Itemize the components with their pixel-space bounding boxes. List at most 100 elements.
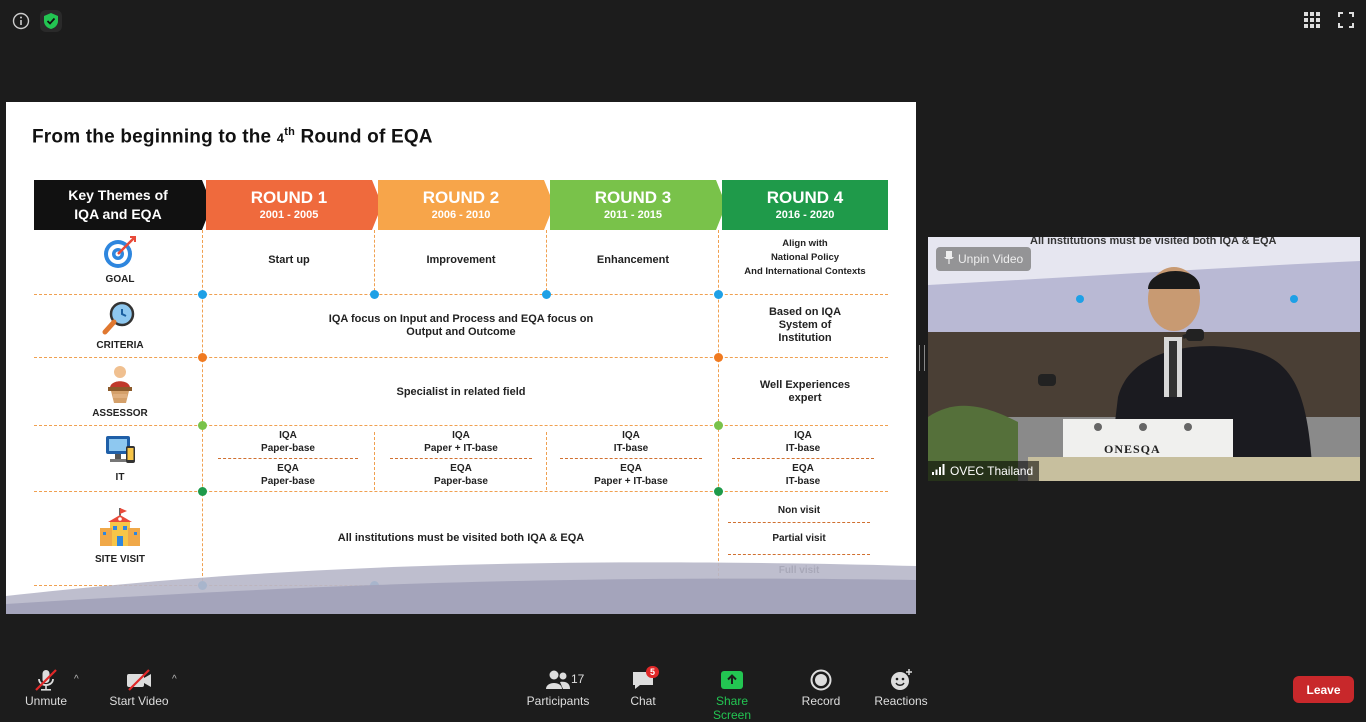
record-label: Record <box>801 694 841 708</box>
slide-title: From the beginning to the 4th Round of E… <box>32 126 433 148</box>
it-round2-iqa: IQA Paper + IT-base <box>390 429 532 455</box>
grid-dot <box>198 353 207 362</box>
chat-unread-badge: 5 <box>646 666 660 678</box>
criteria-round4-line3: Institution <box>778 331 832 344</box>
criteria-line1: IQA focus on Input and Process and EQA f… <box>328 313 594 325</box>
goal-round4: Align with National Policy And Internati… <box>720 236 890 280</box>
meeting-toolbar: Unmute ^ Start Video ^ Participants 17 C… <box>0 660 1366 722</box>
grid-dot <box>714 290 723 299</box>
grid-dot <box>370 290 379 299</box>
it-sub-divider <box>560 458 702 459</box>
video-options-chevron-icon[interactable]: ^ <box>172 674 177 685</box>
unpin-video-button[interactable]: Unpin Video <box>936 247 1032 271</box>
it-r1-eqa-value: Paper-base <box>261 476 315 487</box>
grid-dot <box>542 290 551 299</box>
camera-off-icon <box>106 666 172 694</box>
goal-round4-line3: And International Contexts <box>744 266 866 277</box>
goal-label: GOAL <box>105 274 135 285</box>
chat-label: Chat <box>630 694 656 708</box>
participant-name: OVEC Thailand <box>950 464 1034 478</box>
reactions-label: Reactions <box>874 694 928 708</box>
slide-title-sup: th <box>284 126 296 138</box>
security-shield-icon[interactable] <box>40 10 62 32</box>
criteria-line2: Output and Outcome <box>406 326 516 338</box>
it-sub-divider <box>218 458 358 459</box>
criteria-round4-line1: Based on IQA <box>768 305 842 318</box>
key-themes-header: Key Themes of IQA and EQA <box>34 180 212 230</box>
share-screen-button[interactable]: Share Screen <box>696 666 768 722</box>
site-sub-divider <box>728 522 870 523</box>
row-label-it: IT <box>34 432 206 483</box>
unmute-button[interactable]: Unmute <box>22 666 70 708</box>
shared-screen-slide: From the beginning to the 4th Round of E… <box>6 102 916 614</box>
row-label-criteria: CRITERIA <box>34 300 206 351</box>
video-banner-text: All institutions must be visited both IQ… <box>1030 237 1277 247</box>
participant-video-tile[interactable]: All institutions must be visited both IQ… <box>928 237 1360 481</box>
round2-years: 2006 - 2010 <box>431 209 491 221</box>
it-r4-iqa-title: IQA <box>794 430 812 441</box>
it-r2-eqa-value: Paper-base <box>434 476 488 487</box>
round4-years: 2016 - 2020 <box>775 209 835 221</box>
col-divider <box>374 230 375 296</box>
row-divider <box>34 357 888 358</box>
it-round1-eqa: EQA Paper-base <box>218 462 358 488</box>
share-screen-icon <box>696 666 768 694</box>
grid-dot <box>198 421 207 430</box>
it-r2-iqa-value: Paper + IT-base <box>424 443 498 454</box>
assessor-rounds1-3: Specialist in related field <box>396 385 526 398</box>
slide-wave-decoration <box>6 562 916 614</box>
start-video-button[interactable]: Start Video <box>106 666 172 708</box>
mic-muted-icon <box>22 666 70 694</box>
criteria-round4-line2: System of <box>778 318 832 331</box>
it-r1-eqa-title: EQA <box>277 463 299 474</box>
it-r4-iqa-value: IT-base <box>785 443 821 454</box>
it-round3-eqa: EQA Paper + IT-base <box>560 462 702 488</box>
col-divider <box>718 230 719 586</box>
gallery-view-icon[interactable] <box>1304 12 1320 33</box>
assessor-label: ASSESSOR <box>92 408 148 419</box>
goal-round3: Enhancement <box>596 253 670 266</box>
it-r4-eqa-title: EQA <box>792 463 814 474</box>
it-r2-iqa-title: IQA <box>452 430 470 441</box>
row-label-assessor: ASSESSOR <box>34 364 206 419</box>
it-r3-eqa-value: Paper + IT-base <box>594 476 668 487</box>
unmute-label: Unmute <box>24 694 68 708</box>
panel-splitter-handle[interactable] <box>919 345 925 371</box>
key-header-line1: Key Themes of <box>68 187 168 203</box>
record-button[interactable]: Record <box>800 666 842 708</box>
it-r4-eqa-value: IT-base <box>785 476 821 487</box>
key-header-line2: IQA and EQA <box>74 206 162 222</box>
leave-button[interactable]: Leave <box>1293 676 1354 703</box>
it-r2-eqa-title: EQA <box>450 463 472 474</box>
col-divider <box>374 432 375 490</box>
slide-title-pre: From the beginning to the <box>32 126 277 148</box>
nameplate-text: ONESQA <box>1104 442 1161 456</box>
row-divider <box>34 425 888 426</box>
reactions-button[interactable]: Reactions <box>874 666 928 708</box>
it-r3-eqa-title: EQA <box>620 463 642 474</box>
slide-title-post: Round of EQA <box>295 126 433 148</box>
it-label: IT <box>115 472 125 483</box>
share-screen-label: Share Screen <box>712 694 752 722</box>
magnifier-icon <box>102 300 138 336</box>
row-divider <box>34 294 888 295</box>
fullscreen-icon[interactable] <box>1338 12 1354 33</box>
goal-round4-line1: Align with <box>782 238 828 249</box>
round1-label: ROUND 1 <box>250 188 328 207</box>
it-round3-iqa: IQA IT-base <box>560 429 702 455</box>
grid-dot <box>198 487 207 496</box>
meeting-info-icon[interactable] <box>10 10 32 32</box>
audio-options-chevron-icon[interactable]: ^ <box>74 674 79 685</box>
criteria-rounds1-3: IQA focus on Input and Process and EQA f… <box>204 304 718 348</box>
goal-round1: Start up <box>268 253 310 266</box>
criteria-round4: Based on IQA System of Institution <box>720 302 890 348</box>
it-r1-iqa-value: Paper-base <box>261 443 315 454</box>
meeting-top-left <box>10 10 62 32</box>
criteria-label: CRITERIA <box>96 340 144 351</box>
meeting-top-right <box>1304 12 1354 33</box>
it-r3-iqa-title: IQA <box>622 430 640 441</box>
goal-round2: Improvement <box>426 253 496 266</box>
assessor-round4-line1: Well Experiences <box>759 379 851 391</box>
it-sub-divider <box>732 458 874 459</box>
speaker-podium-icon <box>102 364 138 404</box>
